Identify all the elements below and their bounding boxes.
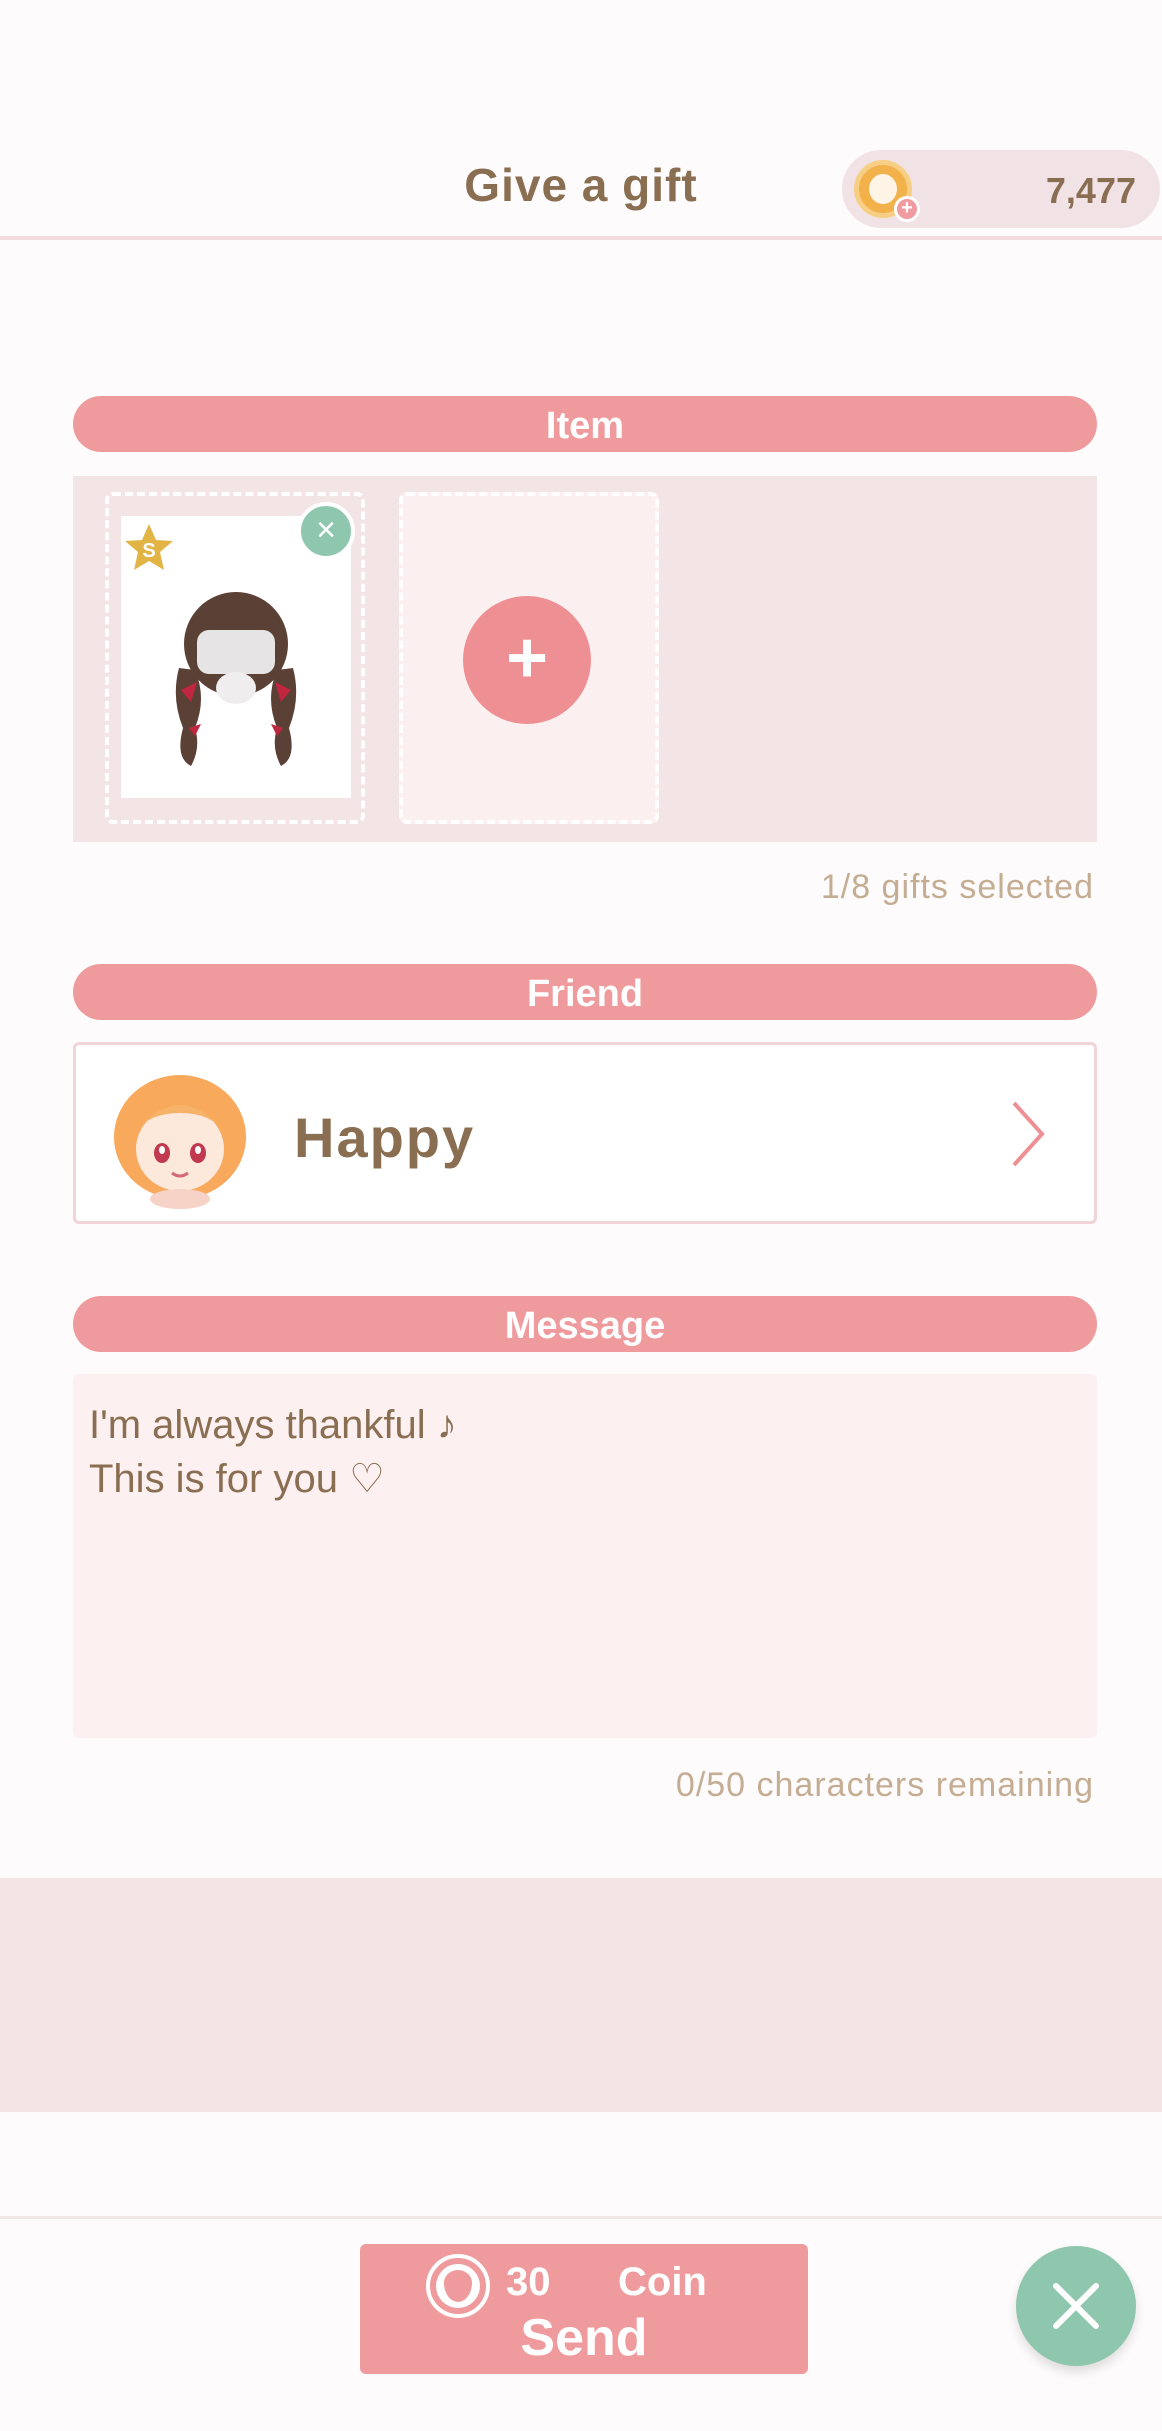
friend-section-header: Friend: [73, 964, 1097, 1020]
header-divider: [0, 236, 1162, 240]
close-icon: [1053, 2283, 1099, 2329]
remove-item-button[interactable]: ×: [297, 502, 355, 560]
close-button[interactable]: [1016, 2246, 1136, 2366]
add-item-button[interactable]: +: [463, 596, 591, 724]
message-line-1: I'm always thankful ♪: [89, 1403, 457, 1447]
coin-amount: 7,477: [1045, 170, 1136, 211]
send-label: Send: [520, 2309, 648, 2367]
gift-counter: 1/8 gifts selected: [820, 868, 1094, 906]
friend-name: Happy: [294, 1106, 476, 1169]
chevron-right-icon: [1012, 1101, 1045, 1167]
coin-balance[interactable]: + 7,477: [842, 150, 1160, 228]
message-section-header: Message: [73, 1296, 1097, 1352]
footer-divider: [0, 2216, 1162, 2219]
message-textarea[interactable]: I'm always thankful ♪ This is for you ♡: [73, 1374, 1097, 1738]
hair-icon: [175, 592, 297, 766]
character-counter: 0/50 characters remaining: [675, 1766, 1094, 1804]
message-line-2: This is for you ♡: [89, 1457, 385, 1501]
svg-text:S: S: [142, 540, 155, 562]
rank-s-icon: S: [125, 524, 173, 570]
gift-slot-2[interactable]: +: [399, 492, 659, 824]
item-panel: S × +: [73, 476, 1097, 842]
bottom-band: [0, 1878, 1162, 2112]
add-coins-icon[interactable]: +: [894, 196, 920, 222]
item-section-header: Item: [73, 396, 1097, 452]
friend-selector[interactable]: Happy: [73, 1042, 1097, 1224]
send-currency: Coin: [618, 2260, 707, 2304]
header: Give a gift + 7,477: [0, 0, 1162, 240]
send-button[interactable]: 30 Coin Send: [360, 2244, 808, 2374]
gift-slot-1[interactable]: S ×: [105, 492, 365, 824]
send-cost: 30: [506, 2260, 551, 2304]
avatar: [114, 1075, 246, 1209]
